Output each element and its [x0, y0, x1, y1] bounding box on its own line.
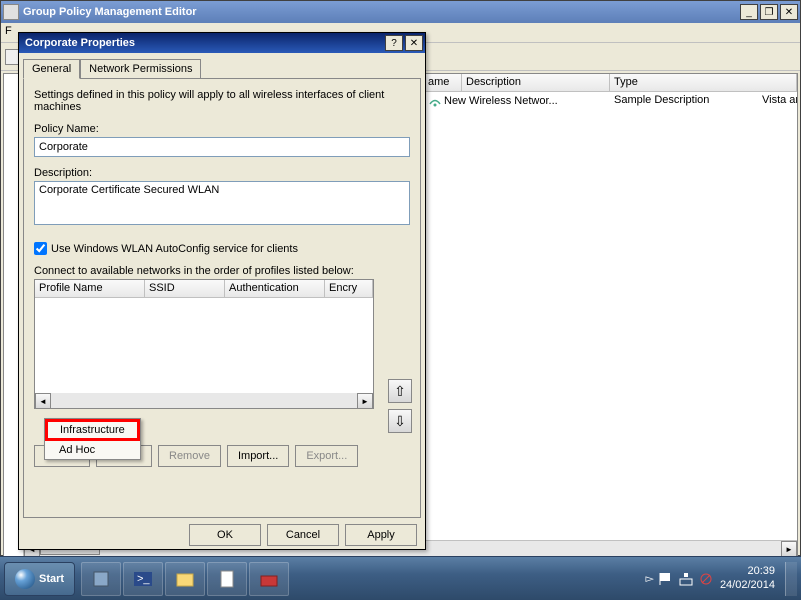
col-auth[interactable]: Authentication — [225, 280, 325, 297]
restore-button[interactable]: ❐ — [760, 4, 778, 20]
export-button[interactable]: Export... — [295, 445, 358, 467]
clock-date: 24/02/2014 — [720, 579, 775, 592]
server-icon — [90, 568, 112, 590]
intro-text: Settings defined in this policy will app… — [34, 89, 410, 113]
menu-item-adhoc[interactable]: Ad Hoc — [45, 441, 140, 459]
col-name[interactable]: ame — [424, 74, 462, 91]
volume-icon[interactable] — [698, 571, 714, 587]
network-icon[interactable] — [678, 571, 694, 587]
description-label: Description: — [34, 167, 410, 179]
dialog-titlebar[interactable]: Corporate Properties ? ✕ — [19, 33, 425, 53]
col-description[interactable]: Description — [462, 74, 610, 91]
notepad-icon — [216, 568, 238, 590]
col-profile-name[interactable]: Profile Name — [35, 280, 145, 297]
taskbar: Start >_ ▻ 20:39 24/02/2014 — [0, 556, 801, 600]
profile-scroll-right-icon[interactable]: ► — [357, 393, 373, 409]
tab-strip: General Network Permissions — [23, 59, 421, 78]
col-encr[interactable]: Encry — [325, 280, 373, 297]
powershell-icon: >_ — [132, 568, 154, 590]
dialog-title: Corporate Properties — [21, 37, 385, 49]
properties-dialog: Corporate Properties ? ✕ General Network… — [18, 32, 426, 550]
col-ssid[interactable]: SSID — [145, 280, 225, 297]
cell-type: Vista and Later R — [758, 92, 797, 110]
pinned-apps: >_ — [81, 562, 289, 596]
remove-button[interactable]: Remove — [158, 445, 221, 467]
task-powershell[interactable]: >_ — [123, 562, 163, 596]
flag-icon[interactable] — [658, 571, 674, 587]
cell-name: New Wireless Networ... — [444, 95, 558, 107]
tab-network-permissions[interactable]: Network Permissions — [80, 59, 201, 78]
task-toolbox[interactable] — [249, 562, 289, 596]
start-button[interactable]: Start — [4, 562, 75, 596]
policy-name-input[interactable] — [34, 137, 410, 157]
help-button[interactable]: ? — [385, 35, 403, 51]
wireless-icon — [428, 94, 442, 108]
scroll-right-icon[interactable]: ► — [781, 541, 797, 557]
app-icon — [3, 4, 19, 20]
minimize-button[interactable]: _ — [740, 4, 758, 20]
menu-item-infrastructure[interactable]: Infrastructure — [45, 419, 140, 441]
close-button[interactable]: ✕ — [780, 4, 798, 20]
dialog-close-button[interactable]: ✕ — [405, 35, 423, 51]
profile-list[interactable]: Profile Name SSID Authentication Encry ◄… — [34, 279, 374, 409]
profile-scroll-track[interactable] — [51, 393, 357, 408]
tray-chevron-icon[interactable]: ▻ — [645, 572, 653, 585]
clock[interactable]: 20:39 24/02/2014 — [720, 565, 775, 591]
move-up-button[interactable]: ⇧ — [388, 379, 412, 403]
autoconfig-checkbox[interactable] — [34, 242, 47, 255]
description-input[interactable] — [34, 181, 410, 225]
task-server-manager[interactable] — [81, 562, 121, 596]
task-explorer[interactable] — [165, 562, 205, 596]
autoconfig-label: Use Windows WLAN AutoConfig service for … — [51, 243, 298, 255]
show-desktop-button[interactable] — [785, 562, 797, 596]
folder-icon — [174, 568, 196, 590]
profile-scrollbar[interactable]: ◄ ► — [35, 393, 373, 408]
main-title: Group Policy Management Editor — [23, 6, 740, 18]
move-down-button[interactable]: ⇩ — [388, 409, 412, 433]
add-popup-menu: Infrastructure Ad Hoc — [44, 418, 141, 460]
profile-scroll-left-icon[interactable]: ◄ — [35, 393, 51, 409]
task-notepad[interactable] — [207, 562, 247, 596]
toolbox-icon — [258, 568, 280, 590]
policy-name-label: Policy Name: — [34, 123, 410, 135]
windows-orb-icon — [15, 569, 35, 589]
import-button[interactable]: Import... — [227, 445, 289, 467]
tab-general[interactable]: General — [23, 59, 80, 79]
profile-header: Profile Name SSID Authentication Encry — [35, 280, 373, 298]
ok-button[interactable]: OK — [189, 524, 261, 546]
clock-time: 20:39 — [720, 565, 775, 578]
system-tray: ▻ 20:39 24/02/2014 — [645, 562, 797, 596]
dialog-footer: OK Cancel Apply — [19, 518, 425, 552]
main-titlebar[interactable]: Group Policy Management Editor _ ❐ ✕ — [1, 1, 800, 23]
cancel-button[interactable]: Cancel — [267, 524, 339, 546]
svg-text:>_: >_ — [137, 573, 150, 585]
col-type[interactable]: Type — [610, 74, 797, 91]
apply-button[interactable]: Apply — [345, 524, 417, 546]
start-label: Start — [39, 573, 64, 585]
connect-label: Connect to available networks in the ord… — [34, 265, 410, 277]
cell-description: Sample Description — [610, 92, 758, 110]
